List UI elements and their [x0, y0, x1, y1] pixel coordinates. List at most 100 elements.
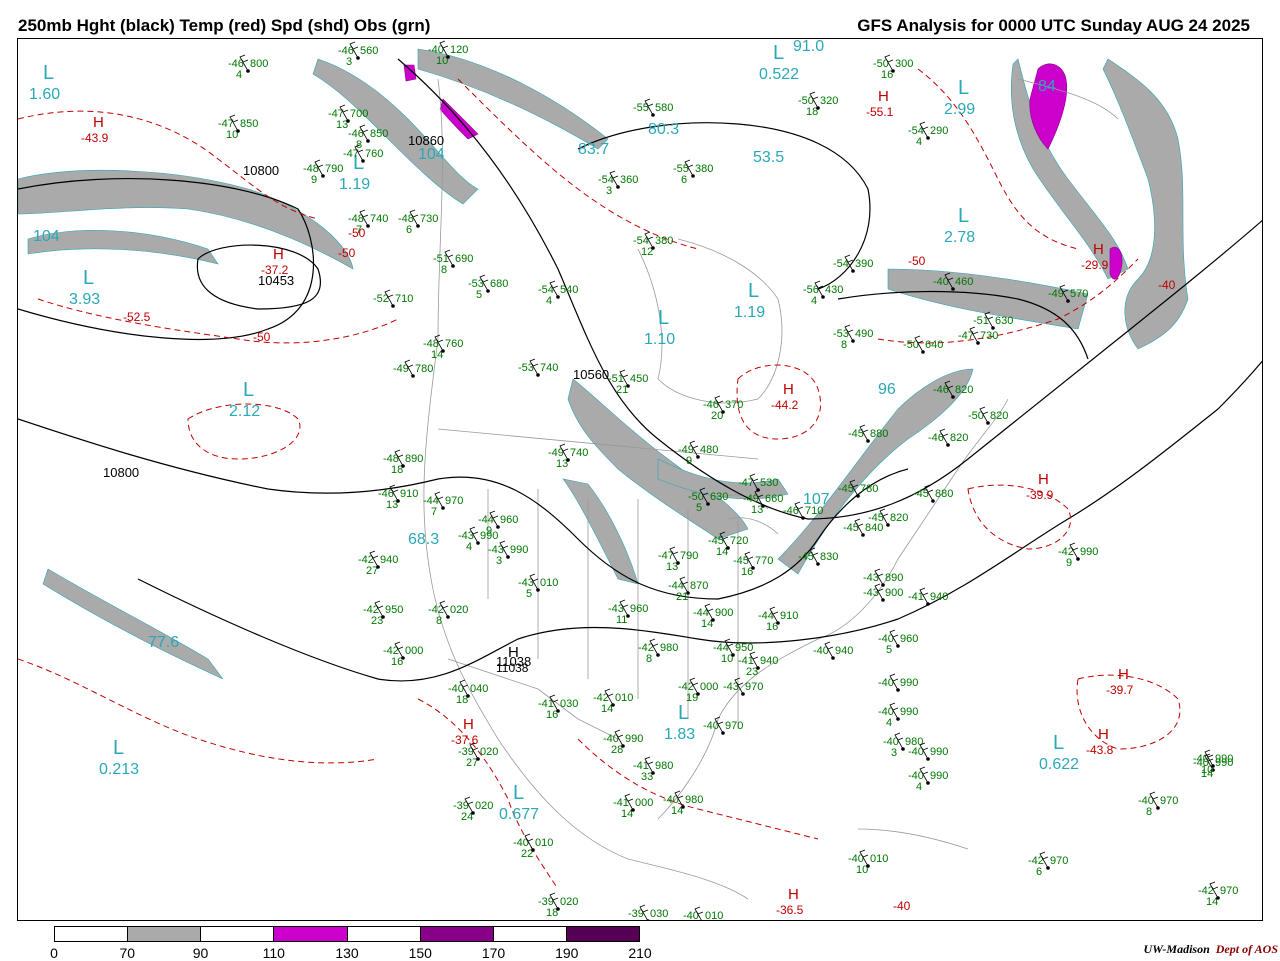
high-center-value: -44.2	[771, 398, 799, 412]
temp-contour-label: -40	[1158, 278, 1176, 292]
height-contour-label: 10800	[243, 163, 279, 178]
high-center: H	[878, 88, 889, 105]
observation-station: -47 79013	[658, 546, 698, 573]
weather-map: 108001045310560108001103810860-50-50-52.…	[18, 39, 1262, 920]
obs-height: 880	[935, 488, 953, 500]
speed-max-label: 80.3	[648, 121, 679, 138]
obs-height: 770	[755, 555, 773, 567]
credit-dept: Dept of AOS	[1215, 942, 1278, 956]
obs-wind-speed: 4	[236, 69, 242, 81]
observation-station: -42 00016	[383, 641, 423, 668]
obs-wind-speed: 9	[311, 174, 317, 186]
obs-wind-speed: 5	[886, 644, 892, 656]
obs-height: 990	[930, 770, 948, 782]
obs-height: 980	[660, 642, 678, 654]
speed-max-label: 77.6	[148, 634, 179, 651]
obs-height: 760	[365, 148, 383, 160]
obs-height: 580	[655, 102, 673, 114]
observation-station: -40 01010	[848, 849, 888, 876]
obs-height: 900	[885, 587, 903, 599]
obs-height: 300	[895, 58, 913, 70]
obs-height: 950	[735, 642, 753, 654]
observation-station: -43 890	[863, 568, 903, 587]
high-center-value: -43.9	[81, 131, 109, 145]
observation-station: -40 01022	[513, 833, 553, 860]
obs-height: 710	[805, 505, 823, 517]
obs-height: 960	[500, 514, 518, 526]
height-contour-label: 10560	[573, 367, 609, 382]
observation-station: -51 45021	[608, 369, 648, 396]
obs-height: 380	[695, 163, 713, 175]
observation-station: -40 9708	[1138, 791, 1178, 818]
obs-height: 370	[725, 399, 743, 411]
observation-station: -54 3603	[598, 170, 638, 197]
obs-height: 820	[955, 384, 973, 396]
low-center: L	[243, 379, 254, 401]
observation-station: -42 00019	[678, 677, 718, 704]
observation-station: -52 710	[373, 289, 413, 308]
obs-height: 820	[890, 512, 908, 524]
height-contours	[18, 58, 1262, 682]
observation-station: -54 390	[833, 254, 873, 273]
obs-height: 040	[470, 683, 488, 695]
observation-station: -39 02024	[453, 796, 493, 823]
obs-height: 030	[560, 698, 578, 710]
obs-height: 740	[540, 362, 558, 374]
high-center-value: 11038	[496, 661, 529, 675]
legend-segment	[274, 927, 348, 941]
observation-station: -44 90014	[693, 603, 733, 630]
high-center: H	[1038, 471, 1049, 488]
observation-station: -41 00014	[613, 793, 653, 820]
high-center-value: -29.9	[1081, 258, 1109, 272]
observation-station: -40 9904	[908, 766, 948, 793]
obs-height: 970	[745, 681, 763, 693]
legend-segment	[493, 927, 567, 941]
observation-station: -46 820	[928, 428, 968, 447]
temp-contour-label: -50	[908, 254, 926, 268]
temp-contour-7	[967, 484, 1071, 550]
obs-height: 390	[855, 258, 873, 270]
high-center-value: -37.6	[451, 733, 479, 747]
observation-station: -46 5603	[338, 41, 378, 68]
observation-station: -39 030	[628, 904, 668, 920]
obs-wind-speed: 7	[431, 506, 437, 518]
obs-height: 940	[380, 554, 398, 566]
obs-height: 960	[900, 633, 918, 645]
temp-contour-8	[417, 698, 559, 890]
legend-tick-label: 90	[192, 945, 209, 961]
obs-height: 290	[930, 125, 948, 137]
jet-bc-coast	[312, 58, 479, 205]
obs-height: 320	[820, 95, 838, 107]
obs-height: 790	[680, 550, 698, 562]
speed-max-label: 104	[33, 228, 60, 245]
obs-height: 990	[900, 706, 918, 718]
legend-tick-label: 210	[628, 945, 652, 961]
high-center-value: -55.1	[866, 105, 894, 119]
observation-station: -49 4809	[678, 440, 718, 467]
observation-station: -47 730	[958, 326, 998, 345]
obs-height: 960	[630, 603, 648, 615]
low-center-value: 1.10	[644, 331, 675, 348]
obs-height: 730	[980, 330, 998, 342]
high-center: H	[1098, 726, 1109, 743]
high-center: H	[788, 886, 799, 903]
legend-tick-label: 70	[119, 945, 136, 961]
observation-station: -48 76014	[423, 334, 463, 361]
obs-wind-speed: 4	[886, 717, 892, 729]
obs-height: 790	[325, 163, 343, 175]
obs-height: 000	[635, 797, 653, 809]
obs-wind-speed: 8	[436, 615, 442, 627]
observation-station: -41 94023	[738, 651, 778, 678]
obs-height: 990	[1080, 546, 1098, 558]
speed-max-label: 96	[878, 381, 896, 398]
obs-height: 830	[820, 551, 838, 563]
high-center-value: -37.2	[261, 263, 289, 277]
observation-station: -46 8004	[228, 54, 268, 81]
observation-station: -43 9903	[488, 540, 528, 567]
high-center: H	[93, 114, 104, 131]
low-center: L	[658, 307, 669, 329]
high-center: H	[508, 644, 519, 661]
obs-height: 540	[560, 284, 578, 296]
observation-station: -40 010	[683, 906, 723, 920]
temp-contour-label: -52.5	[123, 310, 151, 324]
